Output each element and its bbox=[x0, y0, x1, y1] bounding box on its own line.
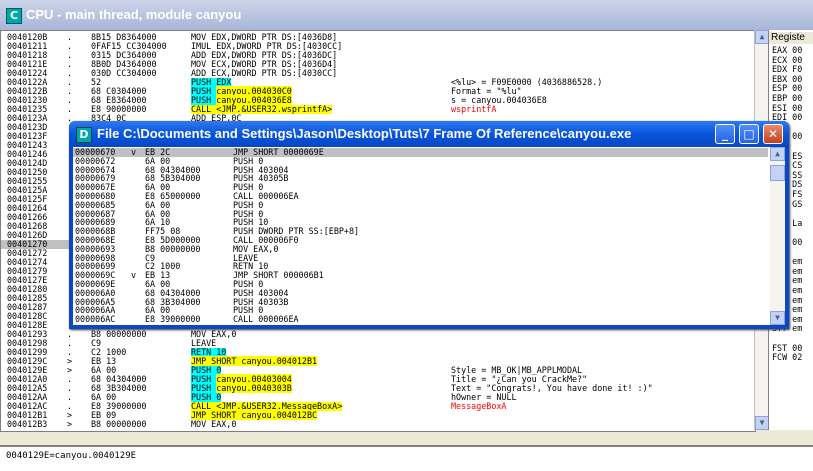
row-comment: wsprintfA bbox=[451, 104, 497, 114]
row-instruction: CALL 000006EA bbox=[233, 314, 299, 325]
file-disasm-row[interactable]: 0000069C v EB 13 JMP SHORT 000006B1 bbox=[73, 271, 768, 280]
file-scroll-down-button[interactable]: ▼ bbox=[770, 311, 785, 325]
file-disasm-row[interactable]: 00000687 6A 00 PUSH 0 bbox=[73, 209, 768, 219]
status-text: 0040129E=canyou.0040129E bbox=[6, 451, 137, 461]
minimize-button[interactable]: _ bbox=[715, 124, 735, 144]
file-scroll-thumb[interactable] bbox=[770, 165, 785, 181]
row-marker: v bbox=[131, 147, 137, 157]
maximize-button[interactable]: □ bbox=[739, 124, 759, 144]
register-line: EBP 00 bbox=[772, 93, 803, 103]
row-instruction: MOV EAX,0 bbox=[191, 419, 237, 429]
scroll-up-button[interactable]: ▲ bbox=[755, 30, 769, 44]
cpu-window-title-bar[interactable]: C CPU - main thread, module canyou bbox=[0, 0, 813, 30]
file-disassembly-window[interactable]: D File C:\Documents and Settings\Jason\D… bbox=[69, 121, 789, 329]
disasm-row[interactable]: 00401224. 030D CC304000 ADD ECX,DWORD PTR … bbox=[1, 69, 755, 78]
file-window-title-bar[interactable]: D File C:\Documents and Settings\Jason\D… bbox=[69, 121, 789, 147]
cpu-window-title: CPU - main thread, module canyou bbox=[26, 7, 242, 22]
row-hex: B8 00000000 bbox=[91, 419, 147, 429]
disasm-row[interactable]: 004012B3 > B8 00000000 MOV EAX,0 bbox=[1, 420, 755, 429]
register-line: FCW 02 bbox=[772, 352, 803, 363]
file-window-title: File C:\Documents and Settings\Jason\Des… bbox=[97, 126, 632, 141]
file-disasm-row[interactable]: 00000679 68 5B304000 PUSH 40305B bbox=[73, 174, 768, 183]
file-window-scrollbar[interactable]: ▲ ▼ bbox=[770, 147, 785, 325]
scroll-down-button[interactable]: ▼ bbox=[755, 416, 769, 430]
disasm-row[interactable]: 00401293. B8 00000000 MOV EAX,0 bbox=[1, 330, 755, 339]
cpu-window-icon: C bbox=[6, 8, 22, 24]
file-scroll-up-button[interactable]: ▲ bbox=[770, 147, 785, 161]
row-address: 004012B3 bbox=[7, 419, 48, 429]
file-disasm-row[interactable]: 000006AC E8 39000000 CALL 000006EA bbox=[73, 315, 768, 324]
row-comment: MessageBoxA bbox=[451, 401, 507, 411]
file-disasm-row[interactable]: 00000685 6A 00 PUSH 0 bbox=[73, 200, 768, 210]
file-disasm-row[interactable]: 000006A5 68 3B304000 PUSH 40303B bbox=[73, 297, 768, 307]
close-button[interactable]: ✕ bbox=[763, 124, 783, 144]
file-disassembly-list[interactable]: ▲ ▼ 00000670 v EB 2C JMP SHORT 0000069E 0000… bbox=[73, 147, 785, 325]
status-bar: 0040129E=canyou.0040129E bbox=[0, 445, 813, 471]
register-line: EDX F0 bbox=[772, 64, 803, 75]
register-line: EAX 00 bbox=[772, 45, 803, 55]
file-disasm-row[interactable]: 00000680 E8 65000000 CALL 000006EA bbox=[73, 192, 768, 201]
row-marker: > bbox=[67, 419, 73, 429]
file-disasm-row[interactable]: 00000699 C2 1000 RETN 10 bbox=[73, 262, 768, 271]
row-hex: E8 39000000 bbox=[145, 314, 201, 325]
file-disasm-row[interactable]: 00000693 B8 00000000 MOV EAX,0 bbox=[73, 244, 768, 254]
file-window-icon: D bbox=[76, 127, 92, 143]
file-disasm-row[interactable]: 00000670 v EB 2C JMP SHORT 0000069E bbox=[73, 148, 768, 157]
registers-header: Registe bbox=[769, 32, 813, 44]
row-marker: v bbox=[131, 270, 137, 281]
row-offset: 000006AC bbox=[75, 314, 116, 325]
